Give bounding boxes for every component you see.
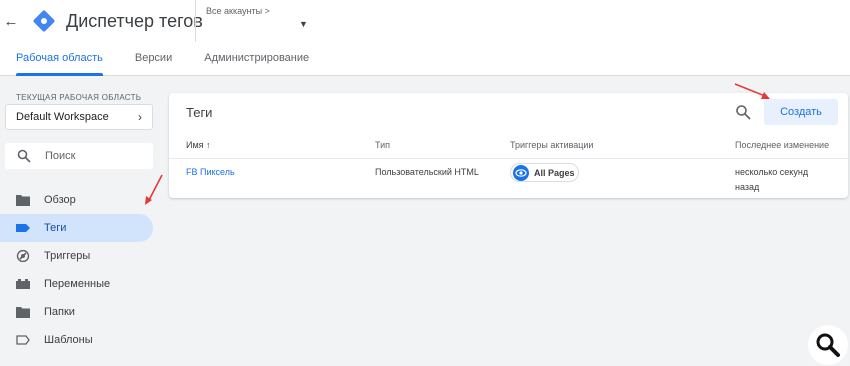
tag-type: Пользовательский HTML — [375, 167, 479, 177]
trigger-chip[interactable]: All Pages — [510, 163, 579, 182]
trigger-chip-label: All Pages — [534, 167, 575, 178]
workspace-name: Default Workspace — [16, 111, 109, 123]
annotation-arrow-icon — [145, 174, 163, 205]
column-header-modified[interactable]: Последнее изменение — [735, 140, 829, 150]
column-header-name[interactable]: Имя ↑ — [186, 140, 211, 150]
folder-icon — [16, 307, 30, 318]
sidebar-item-folders[interactable]: Папки — [0, 298, 153, 326]
eye-icon — [513, 164, 529, 181]
column-header-triggers[interactable]: Триггеры активации — [510, 140, 593, 150]
dropdown-caret-icon[interactable]: ▼ — [299, 19, 308, 29]
sidebar-item-overview[interactable]: Обзор — [0, 186, 153, 214]
magnifier-icon — [816, 333, 840, 357]
tab-versions[interactable]: Версии — [119, 42, 188, 76]
tag-icon — [16, 224, 30, 232]
sidebar-item-tags[interactable]: Теги — [0, 214, 153, 242]
app-header: ← Диспетчер тегов Все аккаунты > ▼ — [0, 0, 850, 42]
sidebar-item-label: Папки — [44, 306, 75, 318]
folder-icon — [16, 195, 30, 206]
card-title: Теги — [186, 105, 213, 120]
modified-text-line1: несколько секунд — [735, 167, 809, 177]
sidebar-item-triggers[interactable]: Триггеры — [0, 242, 153, 270]
annotation-arrow-icon — [734, 83, 770, 99]
sidebar-item-label: Обзор — [44, 194, 76, 206]
search-icon[interactable] — [735, 104, 751, 120]
sidebar-item-variables[interactable]: Переменные — [0, 270, 153, 298]
tab-admin[interactable]: Администрирование — [188, 42, 325, 76]
account-selector[interactable]: Все аккаунты > ▼ — [195, 0, 315, 42]
zoom-button[interactable] — [808, 325, 848, 365]
sidebar-item-label: Триггеры — [44, 250, 91, 262]
sidebar-item-label: Теги — [44, 222, 67, 234]
account-label: Все аккаунты > — [206, 6, 270, 16]
search-placeholder: Поиск — [45, 150, 76, 162]
gtm-logo[interactable] — [32, 9, 56, 33]
variables-icon — [16, 279, 30, 289]
sidebar-item-templates[interactable]: Шаблоны — [0, 326, 153, 354]
workspace-selector[interactable]: Default Workspace › — [5, 104, 153, 130]
sidebar-search[interactable]: Поиск — [5, 143, 153, 169]
main-tabs: Рабочая область Версии Администрирование — [0, 42, 850, 76]
tab-workspace[interactable]: Рабочая область — [0, 42, 119, 76]
chevron-right-icon: › — [138, 110, 142, 124]
workspace-label: ТЕКУЩАЯ РАБОЧАЯ ОБЛАСТЬ — [16, 93, 142, 102]
trigger-icon — [16, 250, 30, 262]
tag-name-link[interactable]: FB Пиксель — [186, 167, 235, 177]
divider — [169, 158, 848, 159]
template-icon — [16, 335, 30, 345]
arrow-back-icon[interactable]: ← — [0, 13, 22, 30]
search-icon — [17, 149, 31, 163]
app-title: Диспетчер тегов — [66, 10, 203, 31]
tags-card: Теги Создать Имя ↑ Тип Триггеры активаци… — [169, 93, 848, 198]
sidebar-item-label: Переменные — [44, 278, 111, 290]
create-button[interactable]: Создать — [764, 99, 838, 125]
modified-text-line2: назад — [735, 182, 760, 192]
sidebar-item-label: Шаблоны — [44, 334, 93, 346]
column-header-type[interactable]: Тип — [375, 140, 390, 150]
